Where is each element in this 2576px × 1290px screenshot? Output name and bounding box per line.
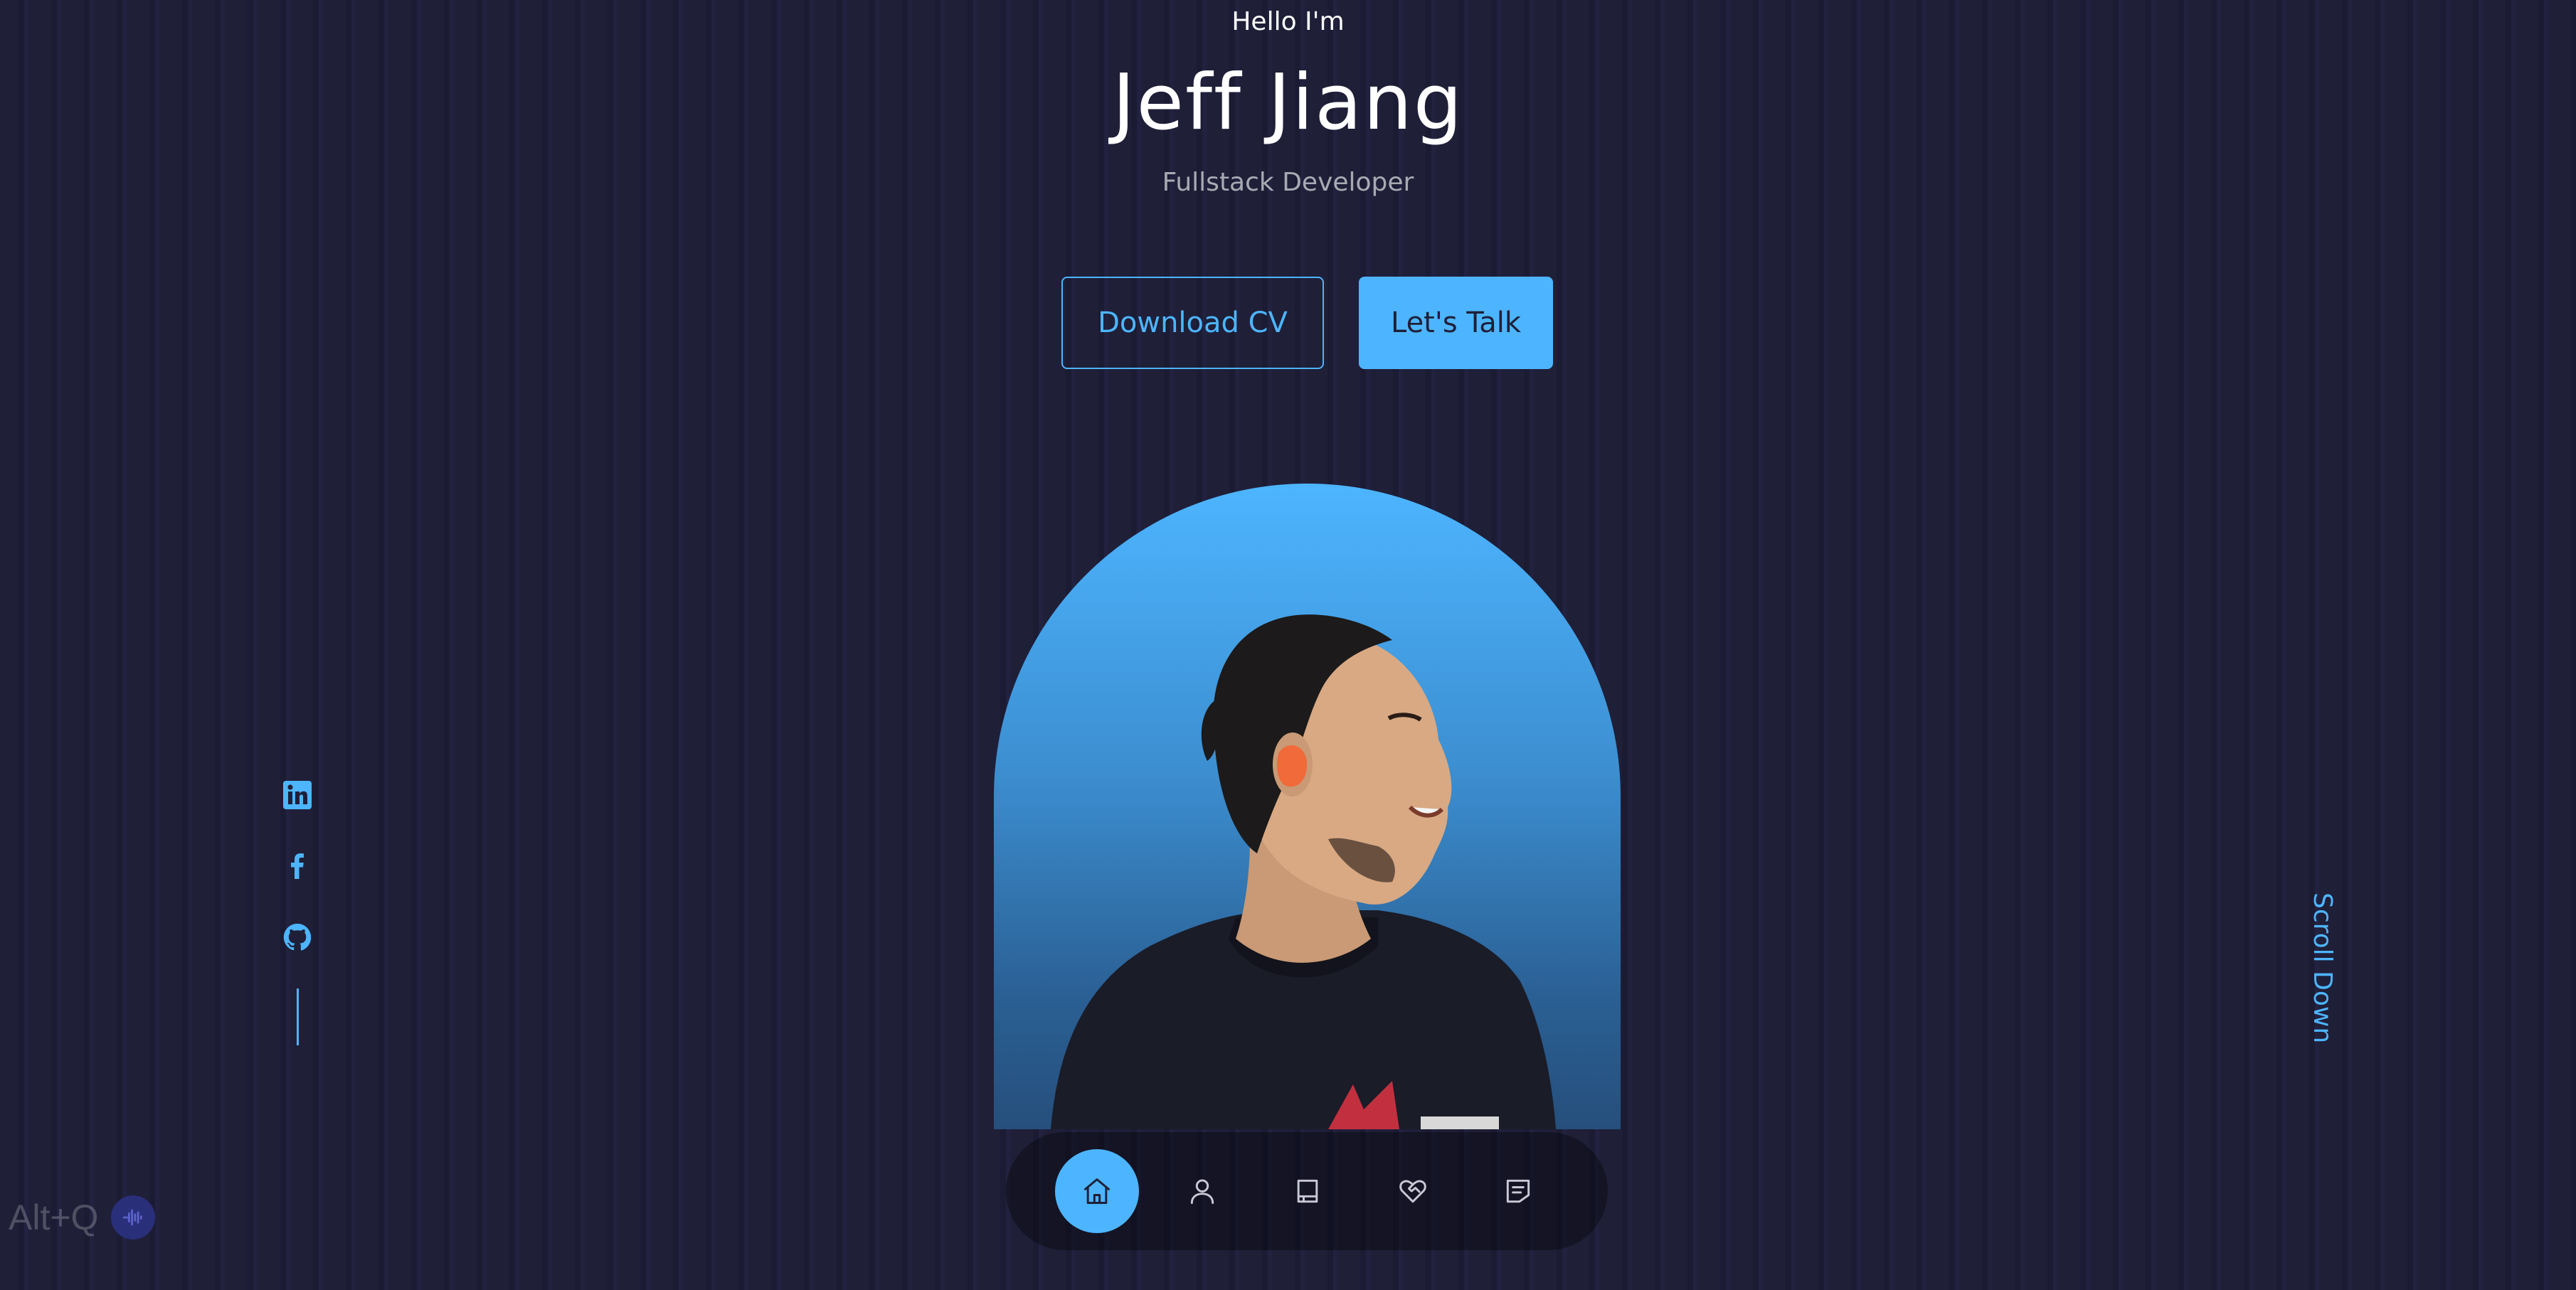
profile-photo	[994, 484, 1621, 1129]
linkedin-icon	[283, 781, 312, 809]
bottom-nav	[1006, 1132, 1608, 1250]
scroll-down-link[interactable]: Scroll Down	[2301, 892, 2343, 1043]
book-icon	[1297, 1179, 1318, 1203]
social-links	[277, 775, 317, 1045]
page-title: Jeff Jiang	[1112, 58, 1464, 147]
download-cv-button[interactable]: Download CV	[1061, 277, 1324, 369]
nav-home[interactable]	[1055, 1149, 1139, 1233]
nav-about[interactable]	[1160, 1149, 1244, 1233]
github-link[interactable]	[277, 917, 317, 957]
audio-wave-icon	[111, 1195, 156, 1240]
facebook-link[interactable]	[277, 846, 317, 886]
heart-handshake-icon	[1399, 1180, 1426, 1203]
github-icon	[283, 923, 312, 951]
shortcut-label: Alt+Q	[9, 1198, 99, 1237]
nav-contact[interactable]	[1476, 1149, 1560, 1233]
shortcut-overlay[interactable]: Alt+Q	[9, 1195, 156, 1240]
user-icon	[1190, 1179, 1214, 1204]
home-icon	[1084, 1178, 1110, 1204]
linkedin-link[interactable]	[277, 775, 317, 815]
nav-services[interactable]	[1371, 1149, 1455, 1233]
nav-experience[interactable]	[1266, 1149, 1350, 1233]
facebook-icon	[291, 853, 304, 879]
role-subtitle: Fullstack Developer	[1162, 168, 1414, 197]
social-divider	[296, 988, 299, 1045]
profile-photo-illustration	[1051, 614, 1556, 1129]
lets-talk-button[interactable]: Let's Talk	[1359, 277, 1553, 369]
greeting: Hello I'm	[1231, 7, 1345, 36]
message-icon	[1506, 1179, 1530, 1203]
